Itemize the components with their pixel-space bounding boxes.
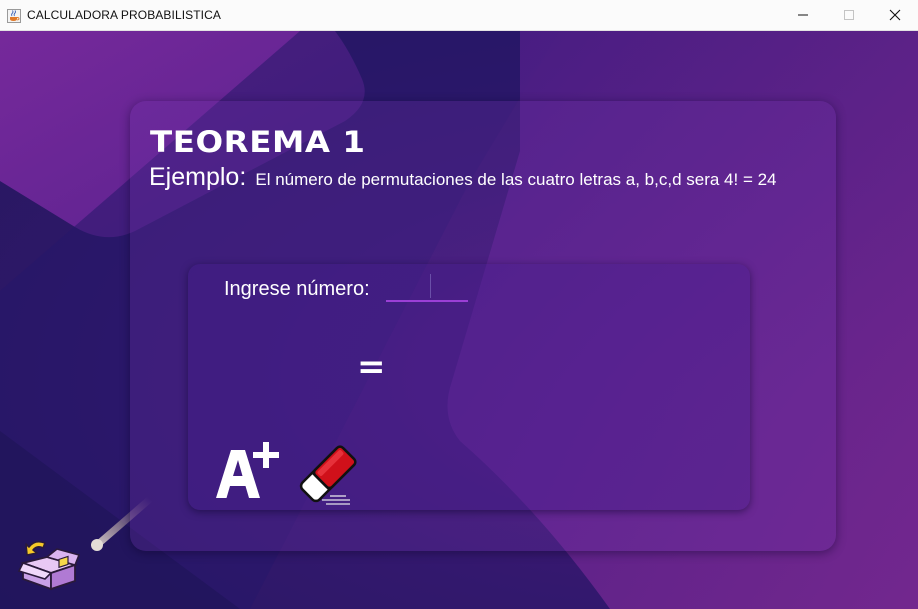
text-caret <box>430 274 431 298</box>
close-button[interactable] <box>872 0 918 30</box>
back-button[interactable] <box>17 533 81 593</box>
maximize-icon <box>844 10 854 20</box>
box-back-arrow-icon <box>17 540 81 591</box>
minimize-icon <box>798 14 808 16</box>
calculate-button[interactable] <box>214 438 284 502</box>
app-window: CALCULADORA PROBABILISTICA TEOREMA 1 Eje… <box>0 0 918 609</box>
minimize-button[interactable] <box>780 0 826 30</box>
main-canvas: TEOREMA 1 Ejemplo: El número de permutac… <box>0 31 918 609</box>
title-bar[interactable]: CALCULADORA PROBABILISTICA <box>0 0 918 31</box>
calculator-panel: Ingrese número: = <box>188 264 750 510</box>
theorem-card: TEOREMA 1 Ejemplo: El número de permutac… <box>130 101 836 551</box>
input-label: Ingrese número: <box>224 278 370 300</box>
maximize-button[interactable] <box>826 0 872 30</box>
example-label: Ejemplo: <box>149 163 247 191</box>
example-line: Ejemplo: El número de permutaciones de l… <box>149 163 777 192</box>
equals-sign: = <box>357 347 386 387</box>
clear-button[interactable] <box>294 440 362 508</box>
close-icon <box>889 9 901 21</box>
eraser-icon <box>299 445 357 505</box>
a-plus-icon <box>216 442 279 498</box>
java-cup-icon <box>7 8 21 23</box>
window-title: CALCULADORA PROBABILISTICA <box>27 8 221 22</box>
example-text: El número de permutaciones de las cuatro… <box>255 170 777 189</box>
theorem-title: TEOREMA 1 <box>150 125 366 159</box>
number-input[interactable] <box>386 274 468 302</box>
window-controls <box>780 0 918 30</box>
